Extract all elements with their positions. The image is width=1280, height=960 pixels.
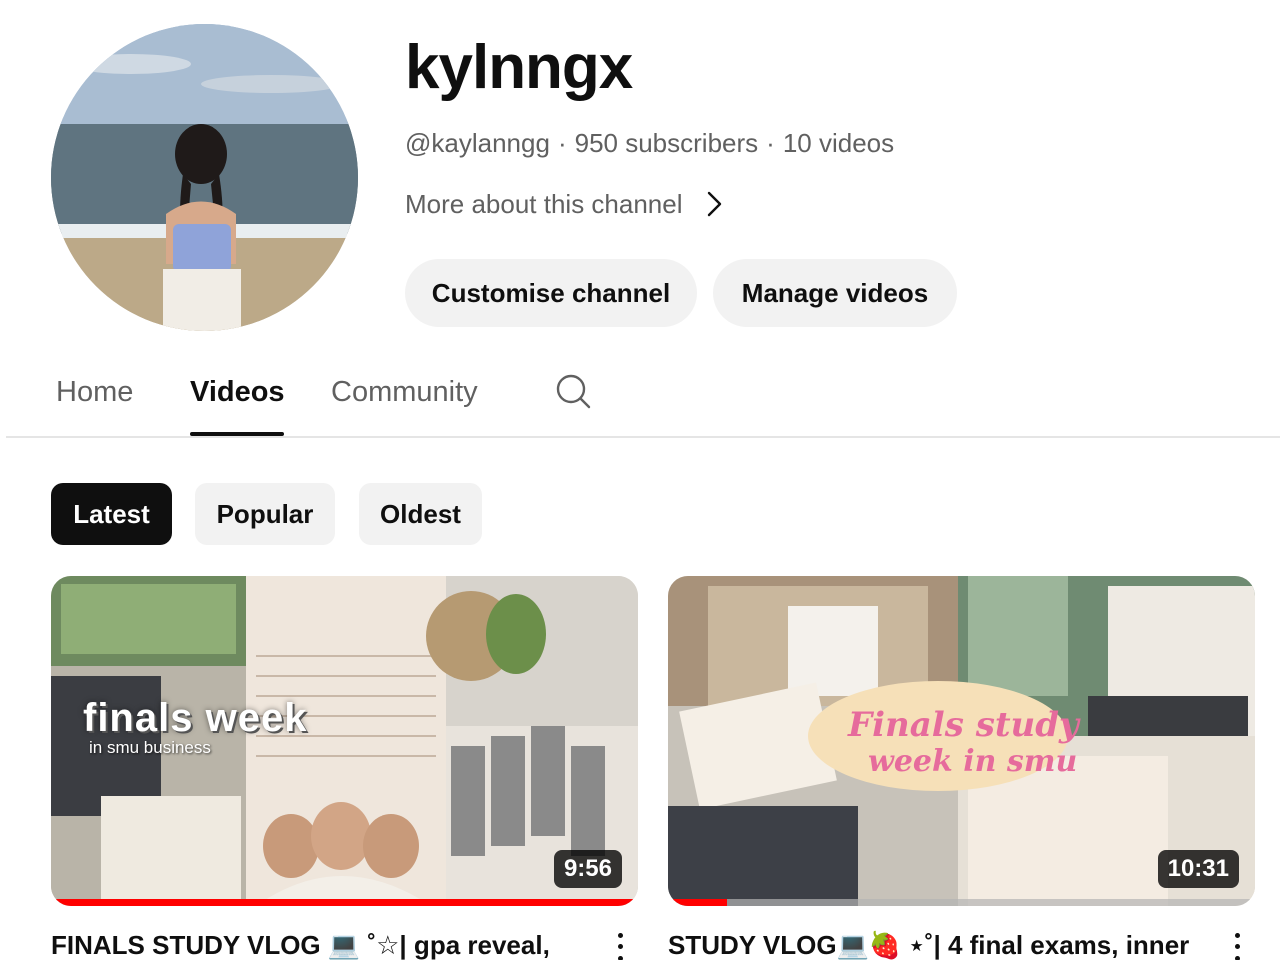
video-count: 10 videos	[782, 128, 895, 158]
customise-channel-button[interactable]: Customise channel	[405, 259, 697, 327]
thumbnail-caption: finals week	[83, 696, 308, 740]
manage-videos-button[interactable]: Manage videos	[713, 259, 957, 327]
svg-text:week in smu: week in smu	[868, 744, 1077, 779]
svg-text:Finals study: Finals study	[847, 705, 1081, 745]
watch-progress-bar	[51, 899, 638, 906]
channel-page: kylnngx @kaylanngg · 950 subscribers · 10 vi…	[0, 0, 1280, 960]
tab-videos[interactable]: Videos	[190, 372, 285, 412]
chip-popular[interactable]: Popular	[195, 483, 335, 545]
watch-progress-bar	[668, 899, 1255, 906]
channel-tabs: Home Videos Community	[0, 350, 1280, 438]
channel-handle: @kaylanngg	[405, 128, 550, 158]
chip-oldest[interactable]: Oldest	[359, 483, 482, 545]
thumbnail-subcaption: in smu business	[89, 738, 211, 757]
video-thumbnail[interactable]: finals week in smu business 9:56	[51, 576, 638, 906]
video-title[interactable]: STUDY VLOG💻🍓 ⋆˚| 4 final exams, inner	[668, 928, 1208, 960]
watch-progress-fill	[51, 899, 638, 906]
video-card: Finals study week in smu 10:31 STUDY VLO…	[668, 576, 1255, 960]
duration-badge: 10:31	[1157, 850, 1239, 888]
more-about-label: More about this channel	[405, 189, 683, 219]
more-about-channel-link[interactable]: More about this channel	[405, 186, 725, 222]
search-icon[interactable]	[554, 372, 592, 410]
duration-badge: 9:56	[553, 850, 622, 888]
channel-meta: @kaylanngg · 950 subscribers · 10 videos	[405, 126, 894, 160]
tab-community[interactable]: Community	[331, 372, 478, 412]
meta-separator: ·	[557, 128, 567, 158]
meta-separator: ·	[766, 128, 775, 158]
video-card: finals week in smu business 9:56 FINALS …	[51, 576, 638, 960]
chevron-right-icon	[707, 191, 721, 217]
tabs-divider	[6, 436, 1280, 438]
more-options-icon[interactable]	[1227, 930, 1247, 960]
subscriber-count: 950 subscribers	[574, 128, 759, 158]
watch-progress-fill	[668, 899, 727, 906]
chip-latest[interactable]: Latest	[51, 483, 172, 545]
more-options-icon[interactable]	[610, 930, 630, 960]
video-title[interactable]: FINALS STUDY VLOG 💻 ˚☆| gpa reveal,	[51, 928, 591, 960]
tab-home[interactable]: Home	[56, 372, 133, 412]
video-thumbnail[interactable]: Finals study week in smu 10:31	[668, 576, 1255, 906]
channel-avatar[interactable]	[51, 24, 358, 331]
channel-name: kylnngx	[405, 33, 633, 102]
